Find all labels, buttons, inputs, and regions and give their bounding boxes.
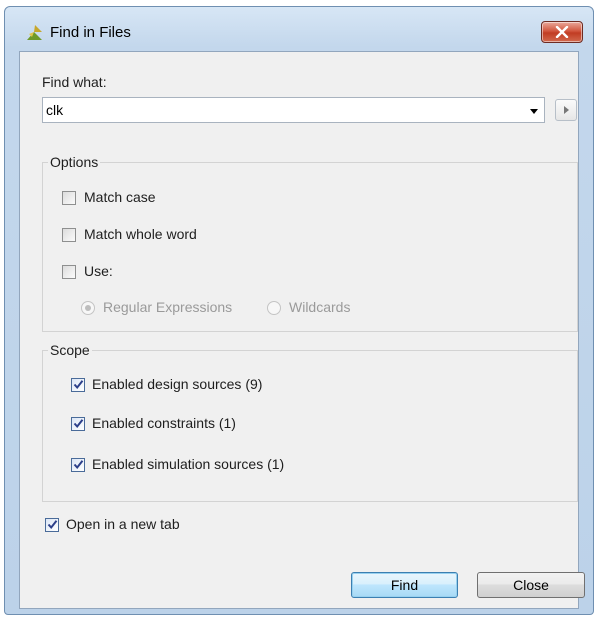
window-title: Find in Files bbox=[50, 24, 131, 41]
scope-group-title: Scope bbox=[48, 342, 92, 359]
close-x-icon bbox=[555, 26, 569, 38]
enabled-constraints-checkbox[interactable] bbox=[71, 417, 85, 431]
enabled-simulation-sources-checkbox[interactable] bbox=[71, 458, 85, 472]
use-checkbox[interactable] bbox=[62, 265, 76, 279]
close-button[interactable]: Close bbox=[477, 572, 585, 598]
dialog-body: Find what: Options Match case Match whol… bbox=[19, 51, 585, 609]
match-whole-word-label[interactable]: Match whole word bbox=[84, 226, 197, 242]
find-what-label: Find what: bbox=[42, 74, 107, 90]
regular-expressions-label[interactable]: Regular Expressions bbox=[103, 299, 232, 315]
app-icon bbox=[25, 23, 45, 43]
enabled-constraints-label[interactable]: Enabled constraints (1) bbox=[92, 415, 236, 431]
regular-expressions-radio[interactable] bbox=[81, 301, 95, 315]
match-case-checkbox[interactable] bbox=[62, 191, 76, 205]
use-label[interactable]: Use: bbox=[84, 263, 113, 279]
enabled-simulation-sources-label[interactable]: Enabled simulation sources (1) bbox=[92, 456, 284, 472]
wildcards-radio[interactable] bbox=[267, 301, 281, 315]
options-group-title: Options bbox=[48, 154, 101, 171]
find-next-arrow-button[interactable] bbox=[555, 99, 577, 121]
chevron-down-icon[interactable] bbox=[530, 109, 538, 114]
options-group: Options Match case Match whole word Use:… bbox=[42, 154, 578, 332]
open-in-new-tab-label[interactable]: Open in a new tab bbox=[66, 516, 180, 532]
title-bar[interactable]: Find in Files bbox=[5, 7, 593, 51]
scope-group: Scope Enabled design sources (9) Enabled… bbox=[42, 342, 578, 502]
match-case-label[interactable]: Match case bbox=[84, 189, 156, 205]
close-window-button[interactable] bbox=[541, 21, 583, 43]
enabled-design-sources-checkbox[interactable] bbox=[71, 378, 85, 392]
find-what-combobox[interactable] bbox=[42, 97, 545, 123]
find-what-input[interactable] bbox=[46, 102, 516, 118]
enabled-design-sources-label[interactable]: Enabled design sources (9) bbox=[92, 376, 262, 392]
match-whole-word-checkbox[interactable] bbox=[62, 228, 76, 242]
play-arrow-icon bbox=[564, 106, 569, 114]
wildcards-label[interactable]: Wildcards bbox=[289, 299, 350, 315]
find-button[interactable]: Find bbox=[351, 572, 458, 598]
open-in-new-tab-checkbox[interactable] bbox=[45, 518, 59, 532]
find-in-files-dialog: Find in Files Find what: Options Match c… bbox=[4, 6, 594, 615]
